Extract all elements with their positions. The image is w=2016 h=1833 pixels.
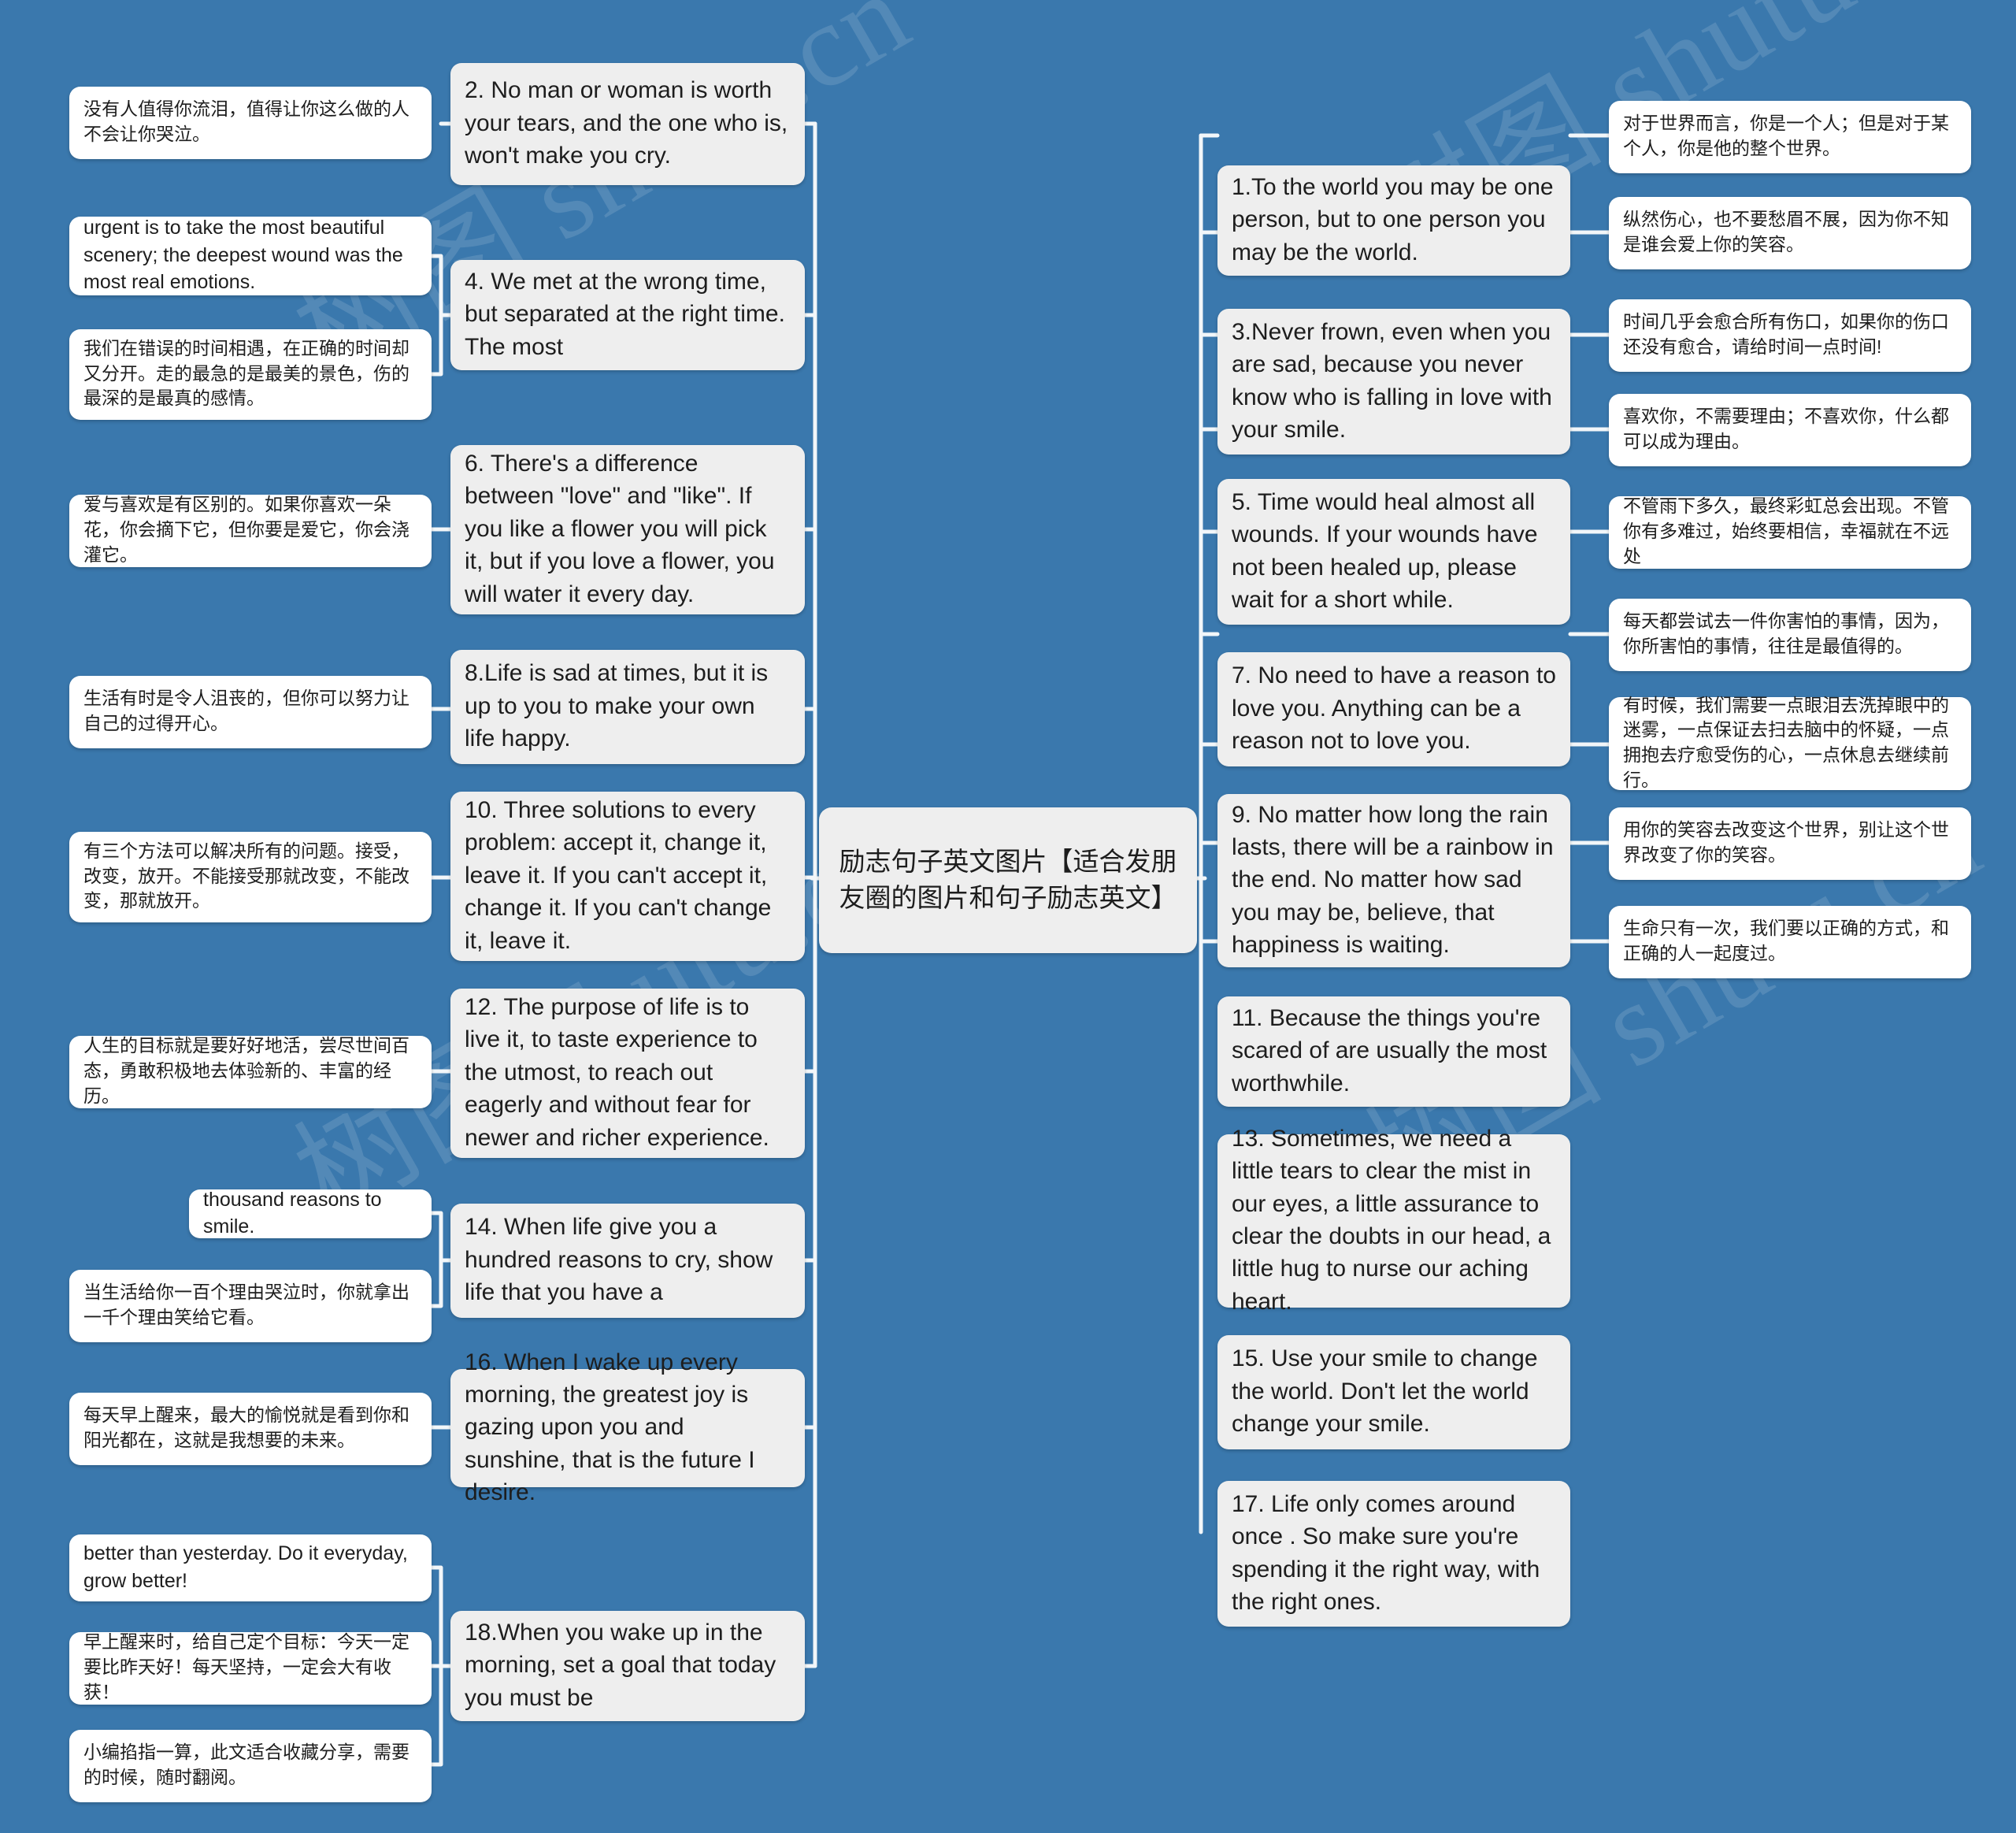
branch-node-3[interactable]: 3.Never frown, even when you are sad, be… xyxy=(1217,309,1570,455)
branch-label: 17. Life only comes around once . So mak… xyxy=(1232,1490,1540,1615)
leaf-label: urgent is to take the most beautiful sce… xyxy=(83,217,403,294)
leaf-label: 有三个方法可以解决所有的问题。接受，改变，放开。不能接受那就改变，不能改变，那就… xyxy=(83,840,410,911)
leaf-node-18-2[interactable]: 早上醒来时，给自己定个目标：今天一定要比昨天好！每天坚持，一定会大有收获！ xyxy=(69,1631,432,1705)
leaf-label: 用你的笑容去改变这个世界，别让这个世界改变了你的笑容。 xyxy=(1623,819,1949,865)
branch-label: 6. There's a difference between "love" a… xyxy=(465,451,775,607)
leaf-node-12-1[interactable]: 人生的目标就是要好好地活，尝尽世间百态，勇敢积极地去体验新的、丰富的经历。 xyxy=(69,1035,432,1108)
branch-label: 8.Life is sad at times, but it is up to … xyxy=(465,660,769,752)
leaf-label: 生命只有一次，我们要以正确的方式，和正确的人一起度过。 xyxy=(1623,918,1949,963)
branch-label: 1.To the world you may be one person, bu… xyxy=(1232,173,1554,265)
branch-node-13[interactable]: 13. Sometimes, we need a little tears to… xyxy=(1217,1126,1570,1315)
leaf-label: 爱与喜欢是有区别的。如果你喜欢一朵花，你会摘下它，但你要是爱它，你会浇灌它。 xyxy=(83,494,410,565)
branch-node-8[interactable]: 8.Life is sad at times, but it is up to … xyxy=(450,650,805,764)
branch-node-16[interactable]: 16. When I wake up every morning, the gr… xyxy=(450,1349,805,1505)
leaf-label: 没有人值得你流泪，值得让你这么做的人不会让你哭泣。 xyxy=(83,98,410,144)
leaf-node-18-1[interactable]: better than yesterday. Do it everyday, g… xyxy=(69,1534,432,1601)
branch-node-9[interactable]: 9. No matter how long the rain lasts, th… xyxy=(1217,794,1570,967)
branch-node-18[interactable]: 18.When you wake up in the morning, set … xyxy=(450,1611,805,1721)
branch-label: 9. No matter how long the rain lasts, th… xyxy=(1232,801,1554,959)
leaf-label: 对于世界而言，你是一个人；但是对于某个人，你是他的整个世界。 xyxy=(1623,113,1949,158)
branch-label: 13. Sometimes, we need a little tears to… xyxy=(1232,1125,1551,1315)
leaf-node-9-1[interactable]: 不管雨下多久，最终彩虹总会出现。不管你有多难过，始终要相信，幸福就在不远处 xyxy=(1609,495,1971,569)
mindmap-canvas: 树图 shutu.cn 树图 shutu.cn 树图 shutu.cn 树图 s… xyxy=(0,0,2016,1833)
branch-node-17[interactable]: 17. Life only comes around once . So mak… xyxy=(1217,1481,1570,1627)
leaf-node-13-1[interactable]: 有时候，我们需要一点眼泪去洗掉眼中的迷雾，一点保证去扫去脑中的怀疑，一点拥抱去疗… xyxy=(1609,695,1971,790)
branch-label: 10. Three solutions to every problem: ac… xyxy=(465,797,772,954)
branch-node-10[interactable]: 10. Three solutions to every problem: ac… xyxy=(450,792,805,961)
leaf-label: 纵然伤心，也不要愁眉不展，因为你不知是谁会爱上你的笑容。 xyxy=(1623,209,1949,254)
leaf-label: 不管雨下多久，最终彩虹总会出现。不管你有多难过，始终要相信，幸福就在不远处 xyxy=(1623,495,1949,566)
branch-label: 14. When life give you a hundred reasons… xyxy=(465,1214,773,1306)
leaf-node-18-3[interactable]: 小编掐指一算，此文适合收藏分享，需要的时候，随时翻阅。 xyxy=(69,1730,432,1802)
leaf-node-14-1[interactable]: thousand reasons to smile. xyxy=(189,1189,432,1238)
leaf-node-6-1[interactable]: 爱与喜欢是有区别的。如果你喜欢一朵花，你会摘下它，但你要是爱它，你会浇灌它。 xyxy=(69,494,432,567)
leaf-label: thousand reasons to smile. xyxy=(203,1188,382,1238)
branch-label: 3.Never frown, even when you are sad, be… xyxy=(1232,318,1552,443)
branch-node-6[interactable]: 6. There's a difference between "love" a… xyxy=(450,445,805,614)
leaf-node-16-1[interactable]: 每天早上醒来，最大的愉悦就是看到你和阳光都在，这就是我想要的未来。 xyxy=(69,1393,432,1465)
branch-label: 5. Time would heal almost all wounds. If… xyxy=(1232,488,1538,613)
leaf-label: 早上醒来时，给自己定个目标：今天一定要比昨天好！每天坚持，一定会大有收获！ xyxy=(83,1631,410,1702)
leaf-node-10-1[interactable]: 有三个方法可以解决所有的问题。接受，改变，放开。不能接受那就改变，不能改变，那就… xyxy=(69,832,432,922)
leaf-label: 当生活给你一百个理由哭泣时，你就拿出一千个理由笑给它看。 xyxy=(83,1282,410,1327)
leaf-label: 小编掐指一算，此文适合收藏分享，需要的时候，随时翻阅。 xyxy=(83,1742,410,1787)
leaf-node-1-1[interactable]: 对于世界而言，你是一个人；但是对于某个人，你是他的整个世界。 xyxy=(1609,101,1971,173)
leaf-label: 喜欢你，不需要理由；不喜欢你，什么都可以成为理由。 xyxy=(1623,406,1949,451)
leaf-node-4-1[interactable]: urgent is to take the most beautiful sce… xyxy=(69,217,432,295)
branch-node-1[interactable]: 1.To the world you may be one person, bu… xyxy=(1217,165,1570,276)
leaf-node-15-1[interactable]: 用你的笑容去改变这个世界，别让这个世界改变了你的笑容。 xyxy=(1609,807,1971,880)
leaf-node-2-1[interactable]: 没有人值得你流泪，值得让你这么做的人不会让你哭泣。 xyxy=(69,87,432,159)
branch-node-5[interactable]: 5. Time would heal almost all wounds. If… xyxy=(1217,479,1570,625)
branch-node-15[interactable]: 15. Use your smile to change the world. … xyxy=(1217,1335,1570,1449)
leaf-node-14-2[interactable]: 当生活给你一百个理由哭泣时，你就拿出一千个理由笑给它看。 xyxy=(69,1270,432,1342)
leaf-node-7-1[interactable]: 喜欢你，不需要理由；不喜欢你，什么都可以成为理由。 xyxy=(1609,394,1971,466)
leaf-label: 生活有时是令人沮丧的，但你可以努力让自己的过得开心。 xyxy=(83,688,410,733)
leaf-node-4-2[interactable]: 我们在错误的时间相遇，在正确的时间却又分开。走的最急的是最美的景色，伤的最深的是… xyxy=(69,329,432,420)
branch-label: 16. When I wake up every morning, the gr… xyxy=(465,1349,755,1506)
leaf-label: 有时候，我们需要一点眼泪去洗掉眼中的迷雾，一点保证去扫去脑中的怀疑，一点拥抱去疗… xyxy=(1623,694,1949,790)
leaf-node-5-1[interactable]: 时间几乎会愈合所有伤口，如果你的伤口还没有愈合，请给时间一点时间! xyxy=(1609,299,1971,372)
leaf-node-3-1[interactable]: 纵然伤心，也不要愁眉不展，因为你不知是谁会爱上你的笑容。 xyxy=(1609,197,1971,269)
leaf-node-11-1[interactable]: 每天都尝试去一件你害怕的事情，因为，你所害怕的事情，往往是最值得的。 xyxy=(1609,599,1971,671)
branch-node-12[interactable]: 12. The purpose of life is to live it, t… xyxy=(450,989,805,1158)
leaf-label: 时间几乎会愈合所有伤口，如果你的伤口还没有愈合，请给时间一点时间! xyxy=(1623,311,1949,357)
branch-node-11[interactable]: 11. Because the things you're scared of … xyxy=(1217,996,1570,1107)
root-title: 励志句子英文图片【适合发朋友圈的图片和句子励志英文】 xyxy=(839,846,1177,912)
branch-node-14[interactable]: 14. When life give you a hundred reasons… xyxy=(450,1204,805,1318)
branch-node-2[interactable]: 2. No man or woman is worth your tears, … xyxy=(450,63,805,185)
branch-label: 11. Because the things you're scared of … xyxy=(1232,1004,1547,1096)
branch-label: 4. We met at the wrong time, but separat… xyxy=(465,268,785,360)
leaf-label: 每天早上醒来，最大的愉悦就是看到你和阳光都在，这就是我想要的未来。 xyxy=(83,1404,410,1450)
branch-label: 15. Use your smile to change the world. … xyxy=(1232,1345,1538,1438)
leaf-label: 人生的目标就是要好好地活，尝尽世间百态，勇敢积极地去体验新的、丰富的经历。 xyxy=(83,1035,410,1106)
branch-label: 18.When you wake up in the morning, set … xyxy=(465,1619,776,1711)
branch-node-7[interactable]: 7. No need to have a reason to love you.… xyxy=(1217,652,1570,766)
branch-label: 7. No need to have a reason to love you.… xyxy=(1232,662,1556,755)
branch-label: 2. No man or woman is worth your tears, … xyxy=(465,77,788,169)
branch-label: 12. The purpose of life is to live it, t… xyxy=(465,994,769,1151)
branch-node-4[interactable]: 4. We met at the wrong time, but separat… xyxy=(450,260,805,370)
leaf-node-17-1[interactable]: 生命只有一次，我们要以正确的方式，和正确的人一起度过。 xyxy=(1609,906,1971,978)
leaf-label: 每天都尝试去一件你害怕的事情，因为，你所害怕的事情，往往是最值得的。 xyxy=(1623,610,1949,656)
leaf-label: 我们在错误的时间相遇，在正确的时间却又分开。走的最急的是最美的景色，伤的最深的是… xyxy=(83,337,410,409)
root-node[interactable]: 励志句子英文图片【适合发朋友圈的图片和句子励志英文】 xyxy=(819,807,1197,953)
leaf-node-8-1[interactable]: 生活有时是令人沮丧的，但你可以努力让自己的过得开心。 xyxy=(69,676,432,748)
leaf-label: better than yesterday. Do it everyday, g… xyxy=(83,1542,408,1592)
